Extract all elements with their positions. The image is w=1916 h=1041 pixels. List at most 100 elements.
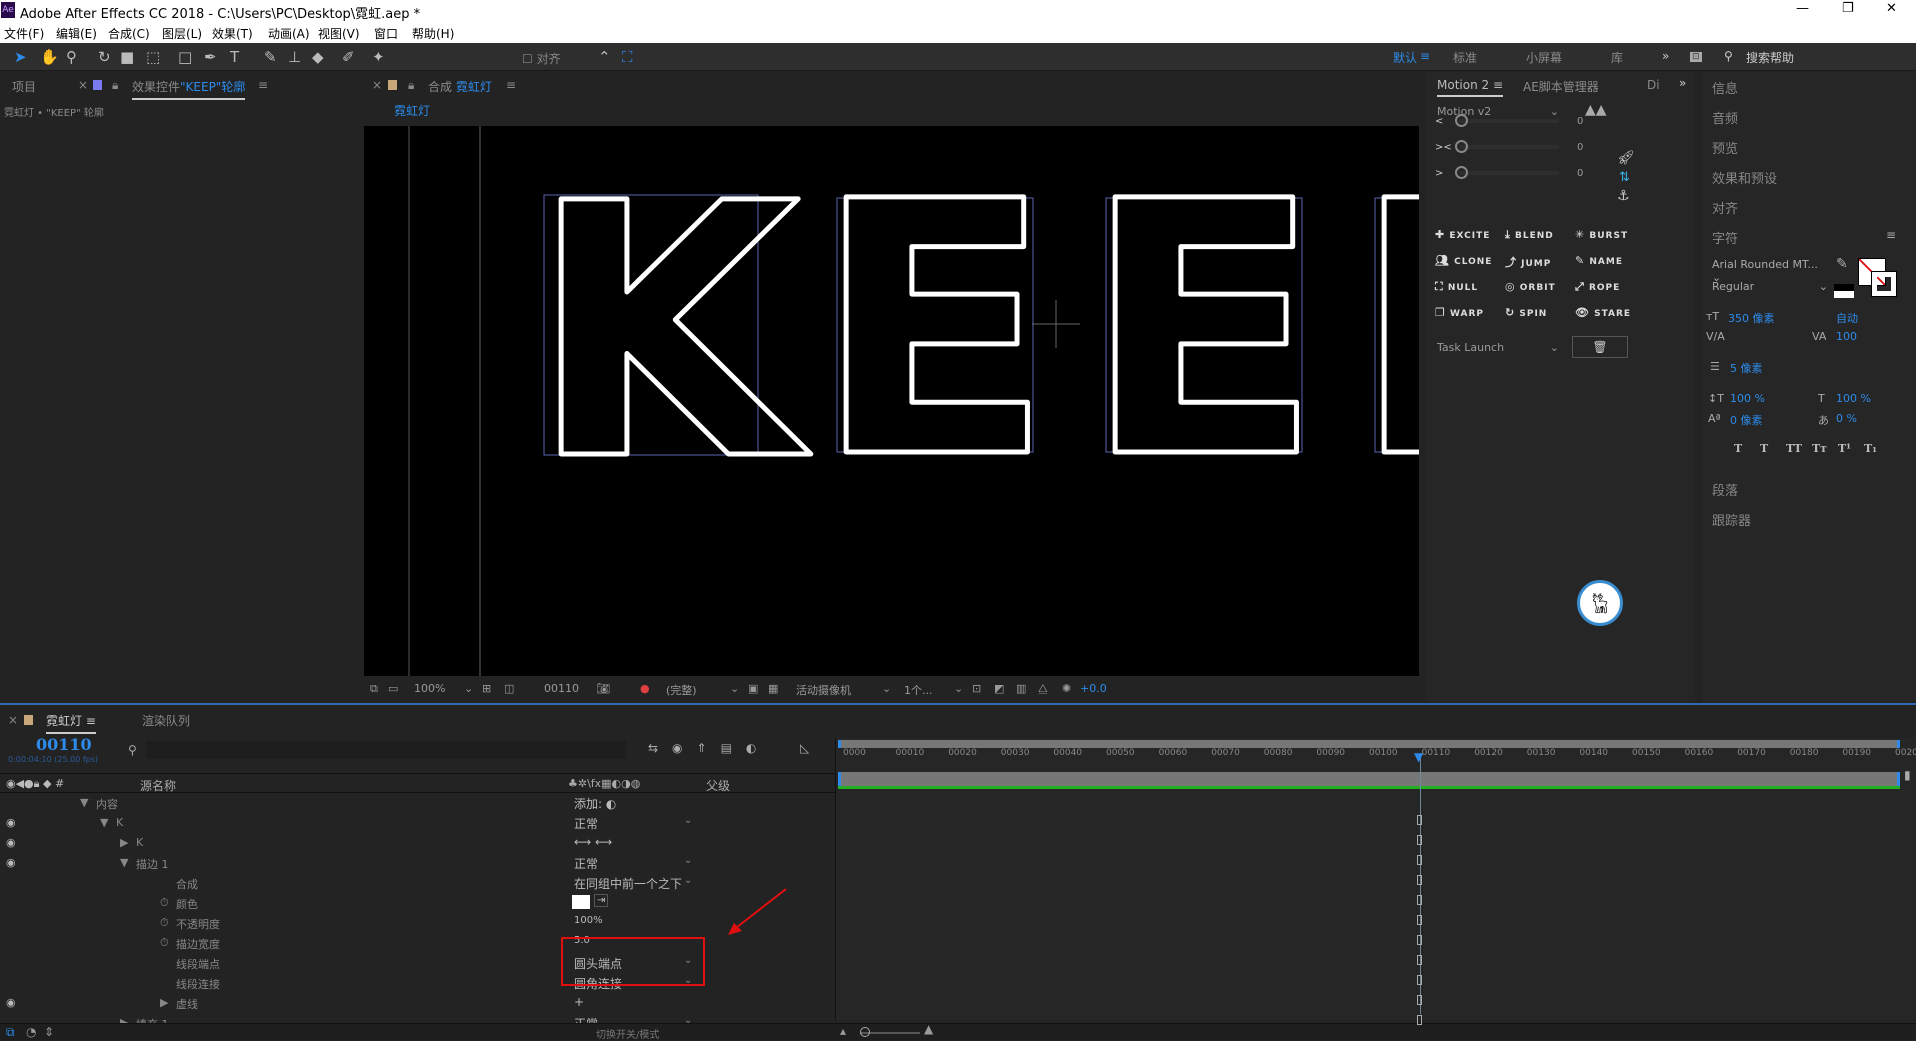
tab-ae-script-manager[interactable]: AE脚本管理器 [1523, 78, 1599, 95]
eye-icon[interactable]: ◉ [6, 856, 16, 869]
panel-header[interactable]: 对齐 [1712, 198, 1738, 217]
panel-header[interactable]: 音频 [1712, 108, 1738, 127]
baseline-shift-value[interactable]: 0 像素 [1730, 412, 1763, 428]
panel-header[interactable]: 预览 [1712, 138, 1738, 157]
tab-project[interactable]: 项目 [12, 78, 36, 95]
motion-clone-button[interactable]: 👥︎ CLONE [1435, 254, 1492, 267]
camera-tool-icon[interactable]: ■ [120, 48, 134, 66]
lock-icon[interactable]: 🔒︎ [408, 78, 414, 93]
table-row[interactable]: ⏱ 不透明度 100% [0, 913, 835, 933]
twirl-icon[interactable]: ⏱ [160, 916, 169, 930]
timeline-icon[interactable]: ▥ [1016, 682, 1026, 695]
menu-item[interactable]: 图层(L) [162, 25, 202, 42]
rotate-tool-icon[interactable]: ↻ [98, 48, 111, 66]
chevron-down-icon[interactable]: ⌄ [954, 682, 963, 695]
text-style-button[interactable]: T¹ [1838, 442, 1851, 455]
transparency-grid-icon[interactable]: ▦ [768, 682, 778, 695]
workspace-library[interactable]: 库 [1611, 49, 1623, 66]
leading-value[interactable]: 自动 [1836, 310, 1858, 326]
puppet-pin-tool-icon[interactable]: ✦ [372, 48, 385, 66]
swap-icon[interactable]: ⇅ [1619, 170, 1630, 185]
snap-icon[interactable]: ⌃ [598, 48, 611, 66]
task-dropdown[interactable]: Task Launch ⌄ [1433, 336, 1563, 358]
twirl-icon[interactable]: ▼ [100, 816, 108, 829]
pan-behind-tool-icon[interactable]: ⬚ [146, 48, 160, 66]
search-help[interactable]: 搜索帮助 [1746, 49, 1794, 66]
panel-header-tracker[interactable]: 跟踪器 [1712, 510, 1751, 529]
menu-item[interactable]: 帮助(H) [412, 25, 454, 42]
roto-brush-tool-icon[interactable]: ✐ [342, 48, 355, 66]
motion-slider[interactable] [1455, 114, 1559, 127]
eye-icon[interactable]: ◉ [6, 836, 16, 849]
more-panels[interactable]: » [1679, 76, 1686, 90]
menu-item[interactable]: 动画(A) [268, 25, 310, 42]
panel-menu-icon[interactable]: ≡ [506, 78, 516, 92]
table-row[interactable]: ⏱ 颜色 ⇥ [0, 893, 835, 913]
workspace-small-screen[interactable]: 小屏幕 [1526, 49, 1562, 66]
zoom-in-icon[interactable]: ▲ [924, 1022, 933, 1036]
row-value[interactable]: 添加: ◐ [574, 795, 616, 812]
chevron-down-icon[interactable]: ⌄ [684, 875, 692, 886]
zoom-out-icon[interactable]: ▴ [840, 1024, 846, 1038]
table-row[interactable]: 线段端点 圆头端点 ⌄ [0, 953, 835, 973]
timeline-graph-area[interactable]: ▼ ▮ [835, 738, 1916, 1020]
monitor-icon[interactable]: ▭ [388, 682, 398, 695]
source-name-header[interactable]: 源名称 [140, 777, 176, 794]
panel-header[interactable]: 信息 [1712, 78, 1738, 97]
time-navigator[interactable] [838, 740, 1900, 748]
parent-header[interactable]: 父级 [706, 777, 730, 794]
eyedropper-icon[interactable]: ⇥ [594, 894, 609, 907]
eraser-tool-icon[interactable]: ◆ [312, 48, 324, 66]
align-checkbox[interactable]: ☐ 对齐 [522, 50, 561, 67]
font-size-value[interactable]: 350 像素 [1728, 310, 1775, 326]
chevron-down-icon[interactable]: ⌄ [684, 815, 692, 826]
frame-blend-icon[interactable]: ⇕ [44, 1025, 54, 1039]
hand-tool-icon[interactable]: ✋ [40, 48, 59, 66]
table-row[interactable]: ◉ ▶ K ⟷ ⟷ [0, 833, 835, 853]
motion-name-button[interactable]: ✎ NAME [1575, 254, 1623, 267]
composition-viewer[interactable]: K E E P [364, 126, 1419, 676]
table-row[interactable]: ◉ ▼ K 正常 ⌄ [0, 813, 835, 833]
menu-item[interactable]: 文件(F) [4, 25, 44, 42]
table-row[interactable]: ⏱ 描边宽度 5.0 [0, 933, 835, 953]
motion-orbit-button[interactable]: ◎ ORBIT [1505, 280, 1556, 293]
twirl-icon[interactable]: ▼ [80, 796, 88, 809]
eye-icon[interactable]: ◉ [6, 816, 16, 829]
brush-tool-icon[interactable]: ✎ [264, 48, 277, 66]
row-value[interactable]: 在同组中前一个之下 [574, 875, 682, 892]
chevron-down-icon[interactable]: ⌄ [464, 682, 473, 695]
toggle-pixel-icon[interactable]: ⊡ [972, 682, 981, 695]
row-value[interactable]: 正常 [574, 855, 598, 872]
lock-icon[interactable]: 🔒︎ [112, 78, 118, 93]
toggle-switches-modes[interactable]: 切换开关/模式 [596, 1026, 659, 1041]
tab-effect-controls[interactable]: 效果控件"KEEP"轮廓 [132, 78, 246, 100]
motion-burst-button[interactable]: ✳ BURST [1575, 228, 1628, 241]
slider-value[interactable]: 0 [1577, 116, 1583, 127]
zoom-slider[interactable] [860, 1027, 920, 1037]
text-style-button[interactable]: T [1760, 442, 1768, 455]
views-dropdown[interactable]: 1个... [904, 682, 933, 698]
table-row[interactable]: ◉ ▶ 虚线 + [0, 993, 835, 1013]
stroke-width-value[interactable]: 5 像素 [1730, 360, 1763, 376]
pen-tool-icon[interactable]: ✒ [204, 48, 217, 66]
text-style-button[interactable]: T₁ [1864, 442, 1877, 455]
camera-dropdown[interactable]: 活动摄像机 [796, 682, 851, 698]
chevron-down-icon[interactable]: ⌄ [882, 682, 891, 695]
close-button[interactable]: ✕ [1886, 1, 1897, 16]
tsume-value[interactable]: 0 % [1836, 412, 1857, 425]
minimize-button[interactable]: — [1796, 1, 1809, 16]
channel-icon[interactable]: ● [640, 682, 650, 695]
current-timecode[interactable]: 00110 [36, 735, 92, 754]
current-time[interactable]: 00110 [544, 682, 579, 695]
text-tool-icon[interactable]: T [230, 48, 239, 66]
twirl-icon[interactable]: ▶ [120, 836, 128, 849]
panel-header-paragraph[interactable]: 段落 [1712, 480, 1738, 499]
tab-render-queue[interactable]: 渲染队列 [142, 712, 190, 729]
tab-motion[interactable]: Motion 2 ≡ [1437, 78, 1504, 97]
text-style-button[interactable]: Tт [1812, 442, 1827, 455]
work-area-bar[interactable] [838, 772, 1900, 786]
row-value[interactable]: + [574, 995, 584, 1009]
motion-rope-button[interactable]: ⤢ ROPE [1575, 280, 1620, 294]
restore-button[interactable]: ❐ [1842, 1, 1854, 16]
horizontal-scale-value[interactable]: 100 % [1836, 392, 1871, 405]
